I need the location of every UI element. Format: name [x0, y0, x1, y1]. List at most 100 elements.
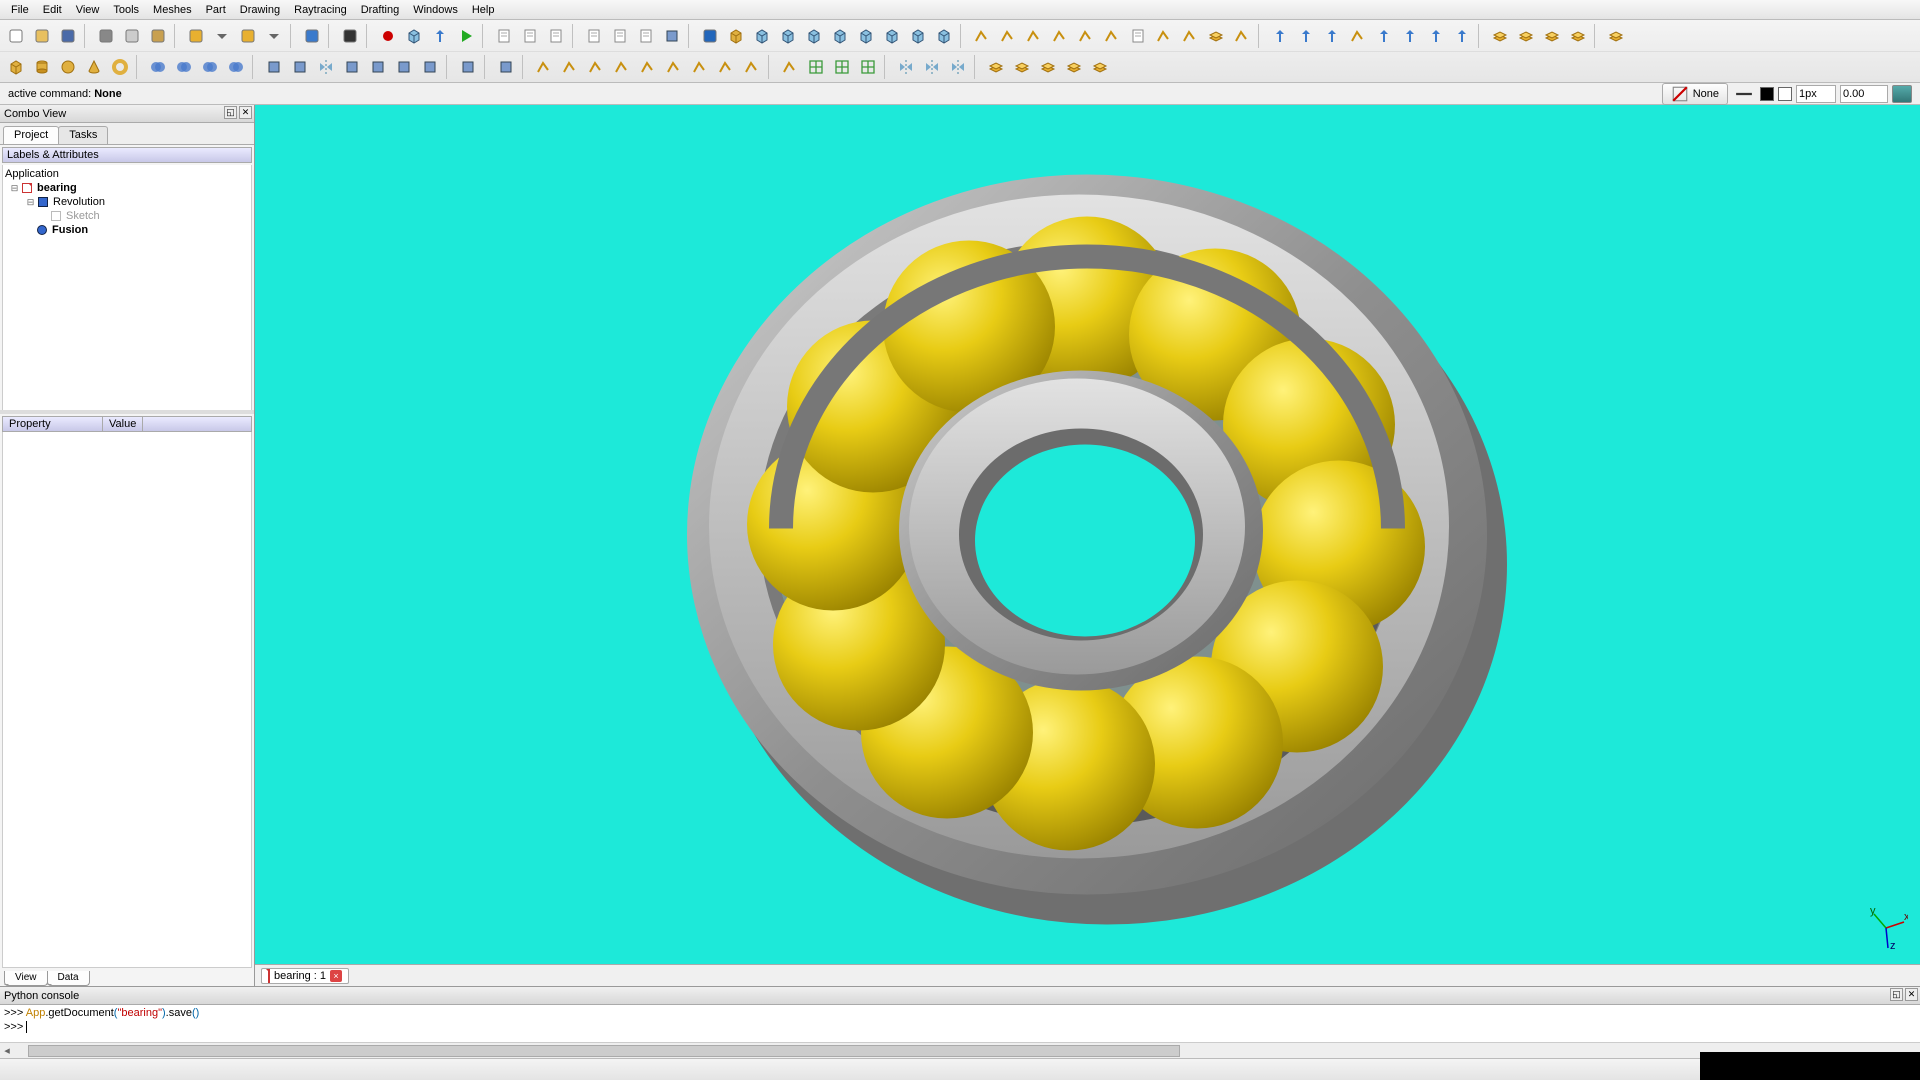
mirror-icon[interactable] [314, 55, 338, 79]
point-icon[interactable] [1178, 24, 1202, 48]
dim-icon[interactable] [1152, 24, 1176, 48]
box-icon[interactable] [724, 24, 748, 48]
page-view-icon[interactable] [634, 24, 658, 48]
menu-drafting[interactable]: Drafting [354, 2, 407, 18]
sheet-icon[interactable] [1604, 24, 1628, 48]
tree-root[interactable]: Application [3, 167, 251, 181]
tree-item-revolution[interactable]: ⊟ Revolution [3, 195, 251, 209]
trim-icon[interactable] [1346, 24, 1370, 48]
mesh-trim-icon[interactable] [778, 55, 802, 79]
section-icon[interactable] [224, 55, 248, 79]
revolve-icon[interactable] [288, 55, 312, 79]
shapes-icon[interactable] [1204, 24, 1228, 48]
s-fillet-icon[interactable] [662, 55, 686, 79]
fill-color-swatch[interactable] [1778, 87, 1792, 101]
polyline-icon[interactable] [996, 24, 1020, 48]
menu-drawing[interactable]: Drawing [233, 2, 287, 18]
menu-meshes[interactable]: Meshes [146, 2, 199, 18]
tree-item-fusion[interactable]: Fusion [3, 223, 251, 237]
face-icon[interactable] [1010, 55, 1034, 79]
chamfer-icon[interactable] [366, 55, 390, 79]
polygon-icon[interactable] [1074, 24, 1098, 48]
macro-edit-icon[interactable] [428, 24, 452, 48]
left-icon[interactable] [880, 24, 904, 48]
rect-icon[interactable] [1100, 24, 1124, 48]
layer-icon[interactable] [984, 55, 1008, 79]
style-linestyle-button[interactable] [1732, 82, 1756, 106]
right-icon[interactable] [802, 24, 826, 48]
rotate-icon[interactable] [1294, 24, 1318, 48]
new-doc-icon[interactable] [4, 24, 28, 48]
undo-icon[interactable] [184, 24, 208, 48]
top-icon[interactable] [828, 24, 852, 48]
open-icon[interactable] [30, 24, 54, 48]
menu-raytracing[interactable]: Raytracing [287, 2, 354, 18]
line-width-spin[interactable]: 1px [1796, 85, 1836, 103]
tab-project[interactable]: Project [3, 126, 59, 144]
front-icon[interactable] [776, 24, 800, 48]
refresh-icon[interactable] [300, 24, 324, 48]
iso2-icon[interactable] [932, 24, 956, 48]
copy-icon[interactable] [120, 24, 144, 48]
mesh-hole-icon[interactable] [830, 55, 854, 79]
text-icon[interactable] [1126, 24, 1150, 48]
bottom-icon[interactable] [906, 24, 930, 48]
move-icon[interactable] [1268, 24, 1292, 48]
inspect-icon[interactable] [456, 55, 480, 79]
page-a3-icon[interactable] [608, 24, 632, 48]
menu-view[interactable]: View [69, 2, 107, 18]
torus-icon[interactable] [108, 55, 132, 79]
cut-bool-icon[interactable] [172, 55, 196, 79]
mesh-eval-icon[interactable] [856, 55, 880, 79]
export-page-icon[interactable] [660, 24, 684, 48]
whatsthis-icon[interactable] [338, 24, 362, 48]
menu-edit[interactable]: Edit [36, 2, 69, 18]
cylinder-icon[interactable] [30, 55, 54, 79]
s-constr-icon[interactable] [714, 55, 738, 79]
s-lock-icon[interactable] [740, 55, 764, 79]
fuse-icon[interactable] [146, 55, 170, 79]
sphere-icon[interactable] [56, 55, 80, 79]
panel-close-icon[interactable]: ✕ [1905, 988, 1918, 1001]
style-none-button[interactable]: None [1662, 83, 1728, 105]
panel-float-icon[interactable]: ◱ [224, 106, 237, 119]
save-icon[interactable] [56, 24, 80, 48]
s-trim-icon[interactable] [688, 55, 712, 79]
construction-color-button[interactable] [1892, 85, 1912, 103]
flip-v-icon[interactable] [946, 55, 970, 79]
shell-icon[interactable] [1036, 55, 1060, 79]
loft-icon[interactable] [392, 55, 416, 79]
s-rect-icon[interactable] [636, 55, 660, 79]
draft-sketch-icon[interactable] [1566, 24, 1590, 48]
tab-data[interactable]: Data [47, 971, 90, 986]
axo-icon[interactable] [750, 24, 774, 48]
arc-icon[interactable] [1022, 24, 1046, 48]
workbench3-icon[interactable] [544, 24, 568, 48]
menu-tools[interactable]: Tools [106, 2, 146, 18]
drop-icon[interactable] [262, 24, 286, 48]
s-arc-icon[interactable] [610, 55, 634, 79]
panel-close-icon[interactable]: ✕ [239, 106, 252, 119]
down-icon[interactable] [1398, 24, 1422, 48]
cone-icon[interactable] [82, 55, 106, 79]
bspline-icon[interactable] [1230, 24, 1254, 48]
play-icon[interactable] [454, 24, 478, 48]
back-icon[interactable] [854, 24, 878, 48]
tree-doc[interactable]: ⊟ bearing [3, 181, 251, 195]
export-icon[interactable] [494, 55, 518, 79]
drop-icon[interactable] [210, 24, 234, 48]
sweep-icon[interactable] [418, 55, 442, 79]
fillet-icon[interactable] [340, 55, 364, 79]
menu-help[interactable]: Help [465, 2, 502, 18]
line-color-swatch[interactable] [1760, 87, 1774, 101]
close-icon[interactable]: × [330, 970, 342, 982]
common-icon[interactable] [198, 55, 222, 79]
console-h-scrollbar[interactable]: ◂ [0, 1042, 1920, 1058]
redo-icon[interactable] [236, 24, 260, 48]
offset-icon[interactable] [1320, 24, 1344, 48]
property-body[interactable] [2, 432, 252, 968]
stop-icon[interactable] [402, 24, 426, 48]
tab-tasks[interactable]: Tasks [58, 126, 108, 144]
flip-h-icon[interactable] [920, 55, 944, 79]
menu-file[interactable]: File [4, 2, 36, 18]
